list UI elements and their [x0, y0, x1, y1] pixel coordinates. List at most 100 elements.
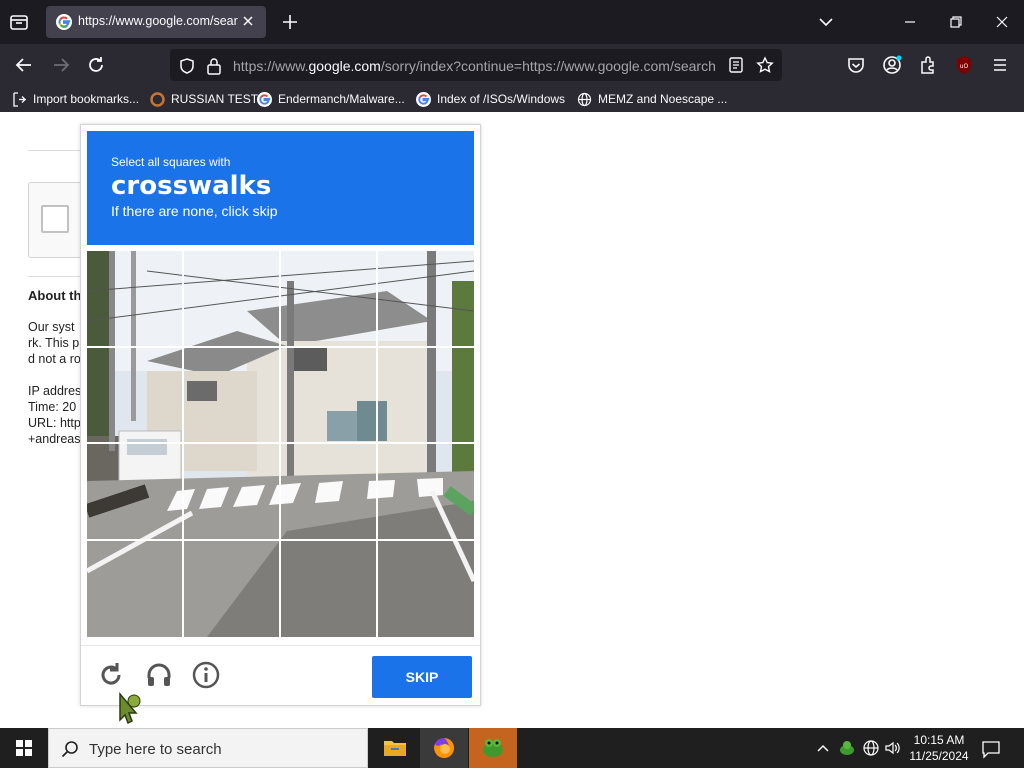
divider — [28, 150, 88, 151]
reader-view-icon[interactable] — [728, 57, 744, 73]
account-icon[interactable] — [881, 54, 903, 76]
recaptcha-checkbox-widget[interactable] — [28, 182, 88, 258]
tab-title: https://www.google.com/searc — [78, 14, 238, 28]
file-explorer-icon[interactable] — [371, 728, 419, 768]
instruction-text: Select all squares with — [111, 155, 231, 169]
volume-icon[interactable] — [882, 728, 904, 768]
forward-arrow-icon[interactable] — [50, 54, 72, 76]
clock-time: 10:15 AM — [913, 733, 965, 747]
bookmark-label: Index of /ISOs/Windows — [437, 92, 566, 106]
lock-icon[interactable] — [206, 57, 222, 75]
captcha-tile[interactable] — [281, 251, 377, 347]
menu-icon[interactable] — [989, 54, 1011, 76]
captcha-tile[interactable] — [184, 541, 280, 637]
captcha-tile[interactable] — [87, 444, 183, 540]
back-arrow-icon[interactable] — [13, 54, 35, 76]
url-bar[interactable]: https://www.google.com/sorry/index?conti… — [170, 49, 782, 81]
info-line: Time: 20 — [28, 400, 77, 414]
globe-icon — [577, 92, 592, 107]
info-line: +andreas — [28, 432, 81, 446]
captcha-tile[interactable] — [378, 348, 474, 444]
bookmark-site-icon — [150, 91, 165, 107]
network-globe-icon[interactable] — [860, 728, 882, 768]
bookmarks-toolbar: Import bookmarks... RUSSIAN TEST Enderma… — [0, 86, 1024, 112]
audio-challenge-icon[interactable] — [144, 660, 174, 690]
url-prefix: https://www. — [233, 58, 309, 74]
bookmark-label: Import bookmarks... — [33, 92, 140, 106]
skip-button[interactable]: SKIP — [372, 656, 472, 698]
captcha-tile[interactable] — [87, 348, 183, 444]
about-text-line: Our syst — [28, 320, 75, 334]
info-line: URL: http — [28, 416, 81, 430]
tab-list-icon[interactable] — [8, 11, 30, 33]
navigation-toolbar: https://www.google.com/sorry/index?conti… — [0, 44, 1024, 86]
reload-challenge-icon[interactable] — [96, 660, 126, 690]
divider — [28, 276, 88, 277]
star-bookmark-icon[interactable] — [756, 56, 774, 74]
url-host: google.com — [308, 58, 381, 74]
bookmark-russian-test[interactable]: RUSSIAN TEST — [150, 90, 258, 108]
captcha-tile[interactable] — [184, 251, 280, 347]
captcha-tile[interactable] — [184, 444, 280, 540]
bookmark-endermanch[interactable]: Endermanch/Malware... — [257, 90, 405, 108]
pocket-icon[interactable] — [845, 54, 867, 76]
about-text-line: rk. This p — [28, 336, 80, 350]
new-tab-icon[interactable] — [280, 12, 300, 32]
restore-icon[interactable] — [946, 12, 966, 32]
recaptcha-checkbox[interactable] — [41, 205, 69, 233]
windows-start-icon[interactable] — [0, 728, 48, 768]
bonzi-tray-icon[interactable] — [836, 728, 858, 768]
search-icon — [61, 740, 79, 758]
reload-icon[interactable] — [85, 54, 107, 76]
about-text-line: d not a ro — [28, 352, 81, 366]
url-text[interactable]: https://www.google.com/sorry/index?conti… — [233, 58, 719, 74]
instruction-target: crosswalks — [111, 171, 272, 201]
instruction-subtext: If there are none, click skip — [111, 203, 278, 219]
captcha-tile[interactable] — [281, 541, 377, 637]
bookmark-label: Endermanch/Malware... — [278, 92, 405, 106]
svg-text:uO: uO — [960, 63, 969, 70]
captcha-tile[interactable] — [378, 444, 474, 540]
bookmark-import[interactable]: Import bookmarks... — [12, 90, 139, 108]
firefox-icon[interactable] — [420, 728, 468, 768]
recaptcha-challenge: Select all squares with crosswalks If th… — [80, 124, 481, 706]
info-icon[interactable] — [191, 660, 221, 690]
captcha-tile[interactable] — [281, 348, 377, 444]
bookmark-memz[interactable]: MEMZ and Noescape ... — [577, 90, 727, 108]
minimize-icon[interactable] — [900, 12, 920, 32]
captcha-tile[interactable] — [281, 444, 377, 540]
captcha-tile[interactable] — [87, 251, 183, 347]
google-favicon-icon — [416, 91, 431, 107]
ublock-icon[interactable]: uO — [953, 54, 975, 76]
chevron-up-icon[interactable] — [812, 728, 834, 768]
clock-date: 11/25/2024 — [909, 749, 969, 763]
captcha-image-grid — [87, 251, 474, 637]
search-placeholder: Type here to search — [89, 741, 222, 758]
google-favicon-icon — [56, 14, 72, 30]
bookmark-label: MEMZ and Noescape ... — [598, 92, 728, 106]
bookmark-index-isos[interactable]: Index of /ISOs/Windows — [416, 90, 565, 108]
bookmark-label: RUSSIAN TEST — [171, 92, 259, 106]
captcha-tile[interactable] — [378, 541, 474, 637]
close-window-icon[interactable] — [992, 12, 1012, 32]
captcha-header: Select all squares with crosswalks If th… — [87, 131, 474, 245]
bonzi-app-icon[interactable] — [469, 728, 517, 768]
captcha-tile[interactable] — [87, 541, 183, 637]
close-tab-icon[interactable] — [240, 13, 256, 29]
google-favicon-icon — [257, 91, 272, 107]
tab-strip: https://www.google.com/searc — [0, 0, 1024, 44]
notification-icon[interactable] — [980, 738, 1002, 760]
url-path: /sorry/index?continue=https://www.google… — [380, 58, 716, 74]
browser-tab[interactable]: https://www.google.com/searc — [46, 6, 266, 38]
extensions-icon[interactable] — [917, 54, 939, 76]
chevron-down-icon[interactable] — [816, 12, 836, 32]
taskbar-search[interactable]: Type here to search — [48, 728, 368, 768]
info-line: IP addres — [28, 384, 82, 398]
system-clock[interactable]: 10:15 AM 11/25/2024 — [906, 732, 972, 764]
captcha-tile[interactable] — [184, 348, 280, 444]
about-heading: About th — [28, 288, 82, 303]
captcha-tile[interactable] — [378, 251, 474, 347]
import-icon — [12, 91, 27, 107]
shield-icon[interactable] — [178, 57, 196, 75]
taskbar: Type here to search 10:15 AM 11/25/2024 — [0, 728, 1024, 768]
